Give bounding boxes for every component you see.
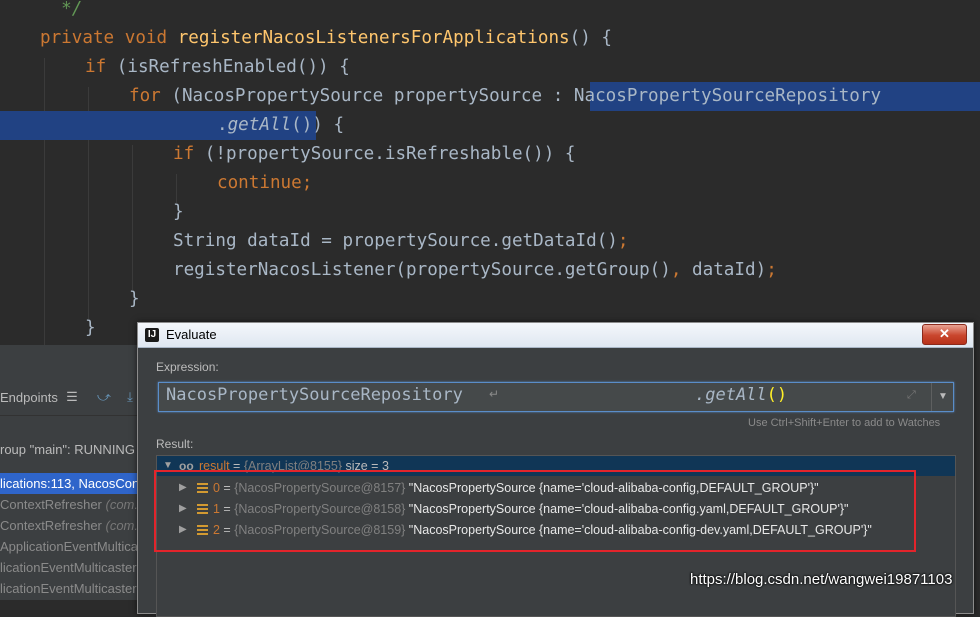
code-line: } [0, 285, 980, 314]
code-token: (isRefreshEnabled()) { [116, 57, 350, 77]
code-token: ; [617, 231, 629, 251]
frame-method: ContextRefresher [0, 497, 106, 512]
debugger-panel: Endpoints ☰ ⤻ ⤓ roup "main": RUNNING lic… [0, 345, 140, 600]
code-token: void [124, 28, 178, 48]
code-line: .getAll()) { [0, 111, 980, 140]
frame-class: (com.a [105, 518, 141, 533]
code-token: for [129, 86, 172, 106]
expression-method: .getAll [695, 385, 767, 405]
endpoints-tab[interactable]: Endpoints [0, 390, 58, 405]
code-token: getAll [227, 115, 292, 135]
stack-frame[interactable]: licationEventMulticaster [0, 557, 140, 578]
code-token: registerNacosListenersForApplications [177, 28, 570, 48]
watches-hint: Use Ctrl+Shift+Enter to add to Watches [748, 417, 941, 429]
code-line-text: private void registerNacosListenersForAp… [40, 24, 612, 53]
code-line-text: String dataId = propertySource.getDataId… [173, 227, 628, 256]
code-line-text: if (!propertySource.isRefreshable()) { [173, 140, 576, 169]
menu-icon[interactable]: ☰ [64, 389, 80, 405]
code-token: , [670, 260, 693, 280]
dialog-titlebar[interactable]: IJ Evaluate ✕ [138, 323, 973, 348]
expression-parens: () [766, 385, 788, 405]
code-token: private [40, 28, 125, 48]
code-token: } [173, 202, 184, 222]
code-line: registerNacosListener(propertySource.get… [0, 256, 980, 285]
code-line-text: .getAll()) { [217, 111, 344, 140]
expression-input[interactable]: NacosPropertySourceRepository ↵ .getAll(… [158, 382, 954, 412]
code-line-text: } [85, 314, 96, 343]
code-line: */ [0, 0, 980, 24]
code-token: (!propertySource.isRefreshable()) { [204, 144, 576, 164]
step-into-icon[interactable]: ⤓ [122, 389, 138, 405]
code-line: if (isRefreshEnabled()) { [0, 53, 980, 82]
code-line-text: */ [40, 0, 82, 24]
frame-method: licationEventMulticaster [0, 581, 137, 596]
code-token: if [85, 57, 117, 77]
frame-class: (com.a [105, 497, 141, 512]
code-token: String dataId = propertySource.getDataId… [173, 231, 618, 251]
code-line-text: if (isRefreshEnabled()) { [85, 53, 350, 82]
code-token: if [173, 144, 205, 164]
code-token: () { [569, 28, 613, 48]
frame-method: lications:113, NacosCon [0, 476, 140, 491]
stack-frame[interactable]: ContextRefresher (com.a [0, 494, 140, 515]
code-token: ()) { [291, 115, 345, 135]
thread-selector[interactable]: roup "main": RUNNING [0, 442, 135, 457]
red-highlight-annotation [154, 470, 916, 552]
step-over-icon[interactable]: ⤻ [96, 389, 112, 405]
code-line-text: } [173, 198, 184, 227]
newline-icon: ↵ [489, 387, 500, 401]
history-dropdown-icon[interactable]: ▼ [931, 383, 954, 411]
code-line: String dataId = propertySource.getDataId… [0, 227, 980, 256]
code-token: */ [40, 0, 83, 19]
stack-frame[interactable]: ContextRefresher (com.a [0, 515, 140, 536]
expression-label: Expression: [156, 360, 219, 374]
stack-frame[interactable]: lications:113, NacosCon [0, 473, 140, 494]
expression-text-line1: NacosPropertySourceRepository [166, 385, 463, 405]
code-line-text: continue; [217, 169, 312, 198]
code-line-text: registerNacosListener(propertySource.get… [173, 256, 777, 285]
frame-method: ApplicationEventMulticas [0, 539, 140, 554]
code-editor[interactable]: */ private void registerNacosListenersFor… [0, 0, 980, 345]
code-line: if (!propertySource.isRefreshable()) { [0, 140, 980, 169]
code-token: (NacosPropertySource propertySource : [171, 86, 574, 106]
watermark: https://blog.csdn.net/wangwei19871103 [690, 571, 953, 588]
frame-method: licationEventMulticaster [0, 560, 137, 575]
code-line: private void registerNacosListenersForAp… [0, 24, 980, 53]
code-token: . [217, 115, 228, 135]
debugger-toolbar: Endpoints ☰ ⤻ ⤓ [0, 381, 140, 416]
result-label: Result: [156, 437, 194, 451]
code-line: } [0, 198, 980, 227]
stack-frame[interactable]: licationEventMulticaster [0, 578, 140, 599]
close-button[interactable]: ✕ [922, 324, 967, 345]
code-token: dataId) [692, 260, 767, 280]
code-token: continue [217, 173, 302, 193]
intellij-icon: IJ [145, 328, 159, 342]
code-token: NacosPropertySourceRepository [573, 86, 882, 106]
code-token: } [85, 318, 96, 338]
dialog-title: Evaluate [166, 327, 217, 342]
code-token: registerNacosListener(propertySource.get… [173, 260, 671, 280]
code-line-text: } [129, 285, 140, 314]
code-token: ; [766, 260, 777, 280]
code-line: for (NacosPropertySource propertySource … [0, 82, 980, 111]
code-token: } [129, 289, 140, 309]
frame-method: ContextRefresher [0, 518, 106, 533]
code-token: ; [301, 173, 313, 193]
code-line: continue; [0, 169, 980, 198]
code-line-text: for (NacosPropertySource propertySource … [129, 82, 881, 111]
stack-frame[interactable]: ApplicationEventMulticas [0, 536, 140, 557]
expression-text-line2: .getAll() [695, 385, 787, 405]
expand-icon[interactable]: ⤢ [907, 389, 916, 402]
